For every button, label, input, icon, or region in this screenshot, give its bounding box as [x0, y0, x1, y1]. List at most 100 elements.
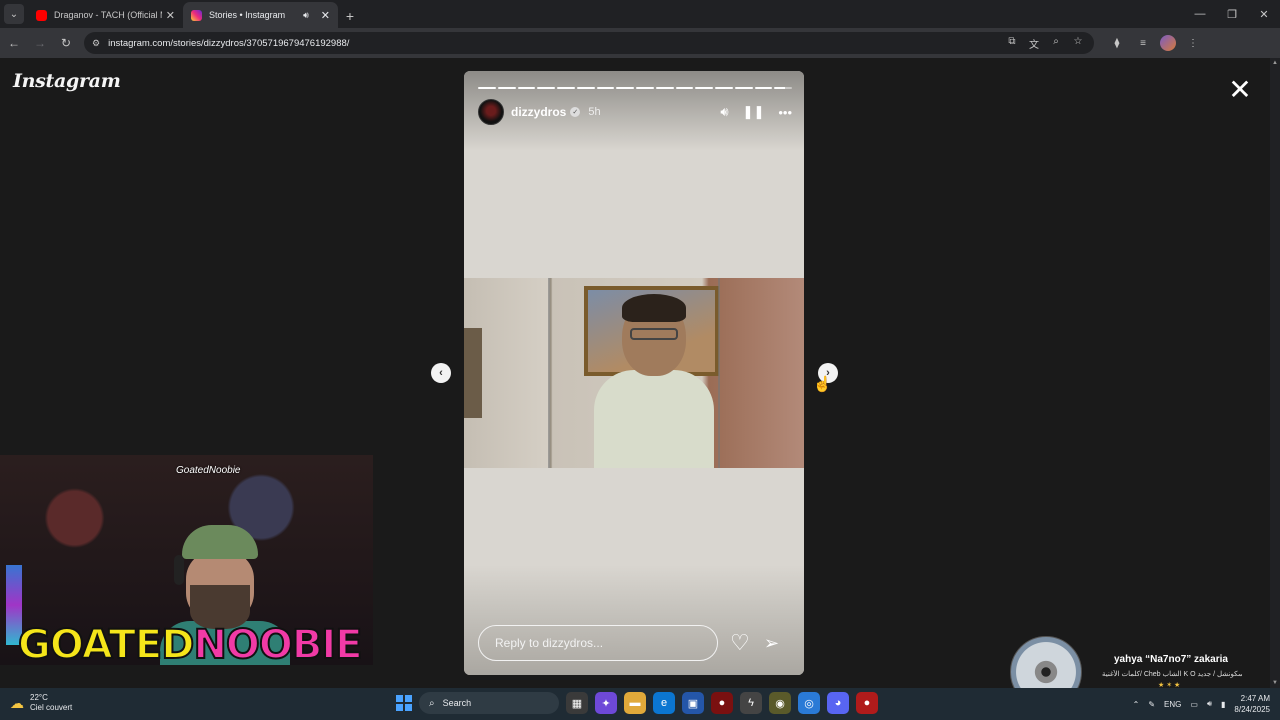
cloud-sun-icon: ☁: [10, 694, 24, 711]
store-icon[interactable]: ▣: [682, 692, 704, 714]
url-text: instagram.com/stories/dizzydros/37057196…: [108, 37, 350, 49]
progress-segment: [557, 87, 575, 89]
story-username[interactable]: dizzydros: [511, 105, 566, 119]
story-controls: 🔊︎ ❚❚ •••: [720, 104, 792, 120]
clock-date: 8/24/2025: [1234, 705, 1270, 714]
reply-placeholder: Reply to dizzydros...: [495, 636, 604, 650]
taskbar-search[interactable]: ⌕ Search: [419, 692, 559, 714]
forward-button[interactable]: →: [28, 31, 52, 55]
weather-widget[interactable]: ☁ 22°C Ciel couvert: [10, 693, 72, 713]
arrow-left-icon: ←: [8, 36, 20, 50]
clock-time: 2:47 AM: [1240, 694, 1270, 703]
new-tab-button[interactable]: +: [338, 4, 362, 28]
now-playing-subtitle: كلمات الأغنية/ Cheb الشاب K O سكونشل / ج…: [1102, 671, 1242, 678]
close-tab-icon[interactable]: ✕: [166, 9, 175, 22]
extensions-icon[interactable]: ⧫: [1108, 38, 1126, 49]
chevron-down-icon: ⌄: [9, 8, 19, 20]
app-lightning-icon[interactable]: ϟ: [740, 692, 762, 714]
reload-icon: ↻: [60, 36, 72, 50]
tab-instagram[interactable]: Stories • Instagram 🔊︎ ✕: [183, 2, 338, 28]
close-window-icon[interactable]: ✕: [1248, 0, 1280, 28]
window-controls: — ❐ ✕: [1184, 0, 1280, 28]
minimize-icon[interactable]: —: [1184, 0, 1216, 28]
previous-story-button[interactable]: ‹: [431, 363, 451, 383]
avatar[interactable]: [478, 99, 504, 125]
bookmark-star-icon[interactable]: ☆: [1070, 36, 1086, 51]
zoom-icon[interactable]: ⌕: [1048, 36, 1064, 51]
network-icon[interactable]: ▭: [1190, 700, 1198, 709]
scroll-up-icon[interactable]: ▲: [1272, 60, 1278, 66]
battery-icon[interactable]: ▮: [1221, 700, 1225, 709]
progress-segment: [675, 87, 694, 89]
share-send-icon[interactable]: ➢: [764, 632, 779, 654]
story-progress-bar: [478, 87, 792, 89]
close-story-button[interactable]: ✕: [1226, 76, 1254, 104]
now-playing-title: yahya “Na7no7” zakaria: [1114, 654, 1228, 665]
media-controls-icon[interactable]: ≡: [1134, 38, 1152, 49]
app-circle-icon[interactable]: ◉: [769, 692, 791, 714]
story-video: [464, 278, 804, 468]
copilot-icon[interactable]: ✦: [595, 692, 617, 714]
progress-segment: [734, 87, 753, 89]
progress-segment: [537, 87, 555, 89]
pen-icon[interactable]: ✎: [1148, 700, 1155, 709]
progress-segment: [774, 87, 792, 89]
volume-icon[interactable]: 🔊︎: [1207, 699, 1212, 709]
close-tab-icon[interactable]: ✕: [321, 9, 330, 22]
back-button[interactable]: ←: [2, 31, 26, 55]
reply-input[interactable]: Reply to dizzydros...: [478, 625, 718, 661]
browser-toolbar: ← → ↻ ⚙ instagram.com/stories/dizzydros/…: [0, 28, 1280, 58]
site-info-icon[interactable]: ⚙: [92, 38, 100, 49]
reload-button[interactable]: ↻: [54, 31, 78, 55]
tab-youtube[interactable]: Draganov - TACH (Official Musi ✕: [28, 2, 183, 28]
scroll-down-icon[interactable]: ▼: [1272, 680, 1278, 686]
menu-kebab-icon[interactable]: ⋮: [1184, 38, 1202, 49]
profile-avatar[interactable]: [1160, 35, 1176, 51]
search-label: Search: [442, 698, 472, 708]
chevron-up-icon[interactable]: ⌃: [1133, 700, 1140, 709]
chevron-left-icon: ‹: [439, 367, 443, 379]
translate-icon[interactable]: 文: [1026, 36, 1042, 51]
windows-start-icon[interactable]: [396, 695, 412, 711]
progress-segment: [715, 87, 733, 89]
app-red-icon[interactable]: ●: [711, 692, 733, 714]
tab-strip: ⌄ Draganov - TACH (Official Musi ✕ Stori…: [0, 0, 1280, 28]
language-indicator[interactable]: ENG: [1164, 700, 1181, 709]
progress-segment: [478, 87, 496, 89]
story-timestamp: 5h: [588, 106, 601, 118]
page-scrollbar[interactable]: ▲ ▼: [1270, 58, 1280, 688]
arrow-right-icon: →: [34, 36, 46, 50]
tab-title: Stories • Instagram: [209, 10, 286, 20]
install-app-icon[interactable]: ⧉: [1004, 36, 1020, 51]
verified-badge-icon: ✓: [570, 107, 581, 117]
discord-icon[interactable]: ◕: [827, 692, 849, 714]
progress-segment: [695, 87, 713, 89]
chrome-icon[interactable]: ◎: [798, 692, 820, 714]
instagram-logo[interactable]: Instagram: [13, 70, 121, 92]
close-icon: ✕: [1228, 74, 1252, 105]
progress-segment: [576, 87, 595, 89]
volume-icon[interactable]: 🔊︎: [720, 104, 728, 120]
windows-taskbar: ☁ 22°C Ciel couvert ⌕ Search ▦ ✦ ▬ e ▣ ●…: [0, 688, 1280, 720]
edge-icon[interactable]: e: [653, 692, 675, 714]
pause-icon[interactable]: ❚❚: [743, 104, 765, 120]
progress-segment: [497, 87, 516, 89]
webcam-tag: GoatedNoobie: [176, 465, 241, 476]
story-viewer[interactable]: dizzydros ✓ 5h 🔊︎ ❚❚ ••• Reply to dizzyd…: [464, 71, 804, 675]
file-explorer-icon[interactable]: ▬: [624, 692, 646, 714]
progress-segment: [596, 87, 615, 89]
tab-search-button[interactable]: ⌄: [4, 4, 24, 24]
more-options-icon[interactable]: •••: [778, 105, 792, 120]
clock[interactable]: 2:47 AM 8/24/2025: [1234, 693, 1270, 715]
address-bar[interactable]: ⚙ instagram.com/stories/dizzydros/370571…: [84, 32, 1094, 54]
plus-icon: +: [345, 8, 355, 24]
restore-icon[interactable]: ❐: [1216, 0, 1248, 28]
weather-desc: Ciel couvert: [30, 703, 73, 712]
speaker-icon[interactable]: 🔊︎: [303, 10, 309, 21]
progress-segment: [517, 87, 536, 89]
tab-title: Draganov - TACH (Official Musi: [54, 10, 162, 20]
like-heart-icon[interactable]: ♡: [730, 631, 750, 655]
task-view-icon[interactable]: ▦: [566, 692, 588, 714]
app-notify-icon[interactable]: ●: [856, 692, 878, 714]
person-in-video: [594, 294, 714, 468]
